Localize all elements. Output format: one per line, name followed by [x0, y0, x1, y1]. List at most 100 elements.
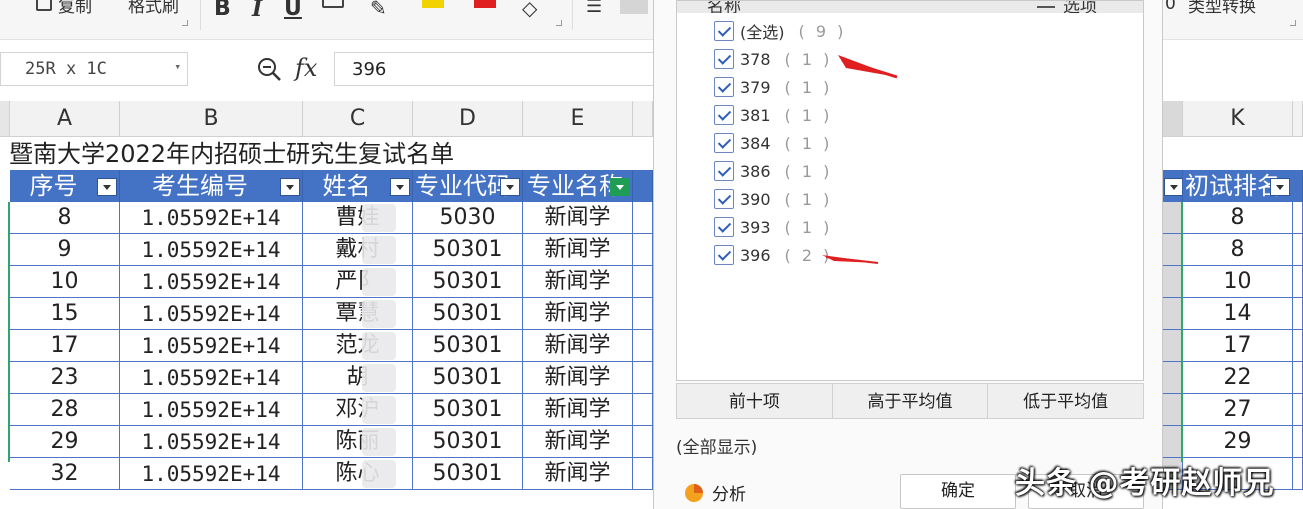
eraser-icon[interactable]: ◇ [522, 0, 537, 20]
header-major-name[interactable]: 专业名称 [523, 170, 633, 202]
checkbox-checked-icon[interactable] [714, 133, 734, 153]
formula-input[interactable]: 396 [334, 52, 664, 86]
options-button[interactable]: 选项 [1063, 1, 1097, 13]
top-ten-button[interactable]: 前十项 [677, 384, 833, 418]
filter-dropdown-icon[interactable] [500, 178, 520, 196]
dialog-launcher-icon[interactable] [182, 20, 188, 26]
checkbox-checked-icon[interactable] [714, 161, 734, 181]
column-header-a[interactable]: A [10, 101, 120, 137]
cell-rank[interactable]: 17 [1183, 330, 1293, 362]
cell-empty[interactable] [1293, 202, 1303, 234]
cell-id[interactable]: 1.05592E+14 [120, 362, 303, 394]
zoom-icon[interactable] [256, 56, 282, 82]
fx-icon[interactable]: fx [295, 54, 317, 82]
cell-id[interactable]: 1.05592E+14 [120, 234, 303, 266]
cell-id[interactable]: 1.05592E+14 [120, 298, 303, 330]
below-average-button[interactable]: 低于平均值 [988, 384, 1143, 418]
cell-name[interactable]: 陈心 [303, 458, 413, 490]
options-icon[interactable] [1037, 1, 1055, 8]
font-color-icon[interactable] [474, 0, 496, 8]
cell-code[interactable]: 50301 [413, 234, 523, 266]
cell-name[interactable]: 严阝 [303, 266, 413, 298]
cell-empty[interactable] [1163, 234, 1183, 266]
pencil-icon[interactable]: ✎ [370, 0, 387, 20]
filter-dropdown-icon[interactable] [97, 178, 117, 196]
sheet-title[interactable]: 暨南大学2022年内招硕士研究生复试名单 [9, 139, 454, 170]
ok-button[interactable]: 确定 [900, 474, 1016, 509]
filter-option[interactable]: 378 ( 1 ) [714, 48, 832, 70]
cell-rank[interactable]: 10 [1183, 266, 1293, 298]
bold-icon[interactable]: B [214, 0, 231, 21]
filter-dropdown-icon[interactable] [1164, 178, 1182, 196]
checkbox-checked-icon[interactable] [714, 49, 734, 69]
cell-id[interactable]: 1.05592E+14 [120, 458, 303, 490]
header-first-rank[interactable]: 初试排名 [1183, 170, 1303, 202]
cell-empty[interactable] [1293, 458, 1303, 490]
align-center-icon[interactable] [620, 0, 648, 14]
cell-id[interactable]: 1.05592E+14 [120, 266, 303, 298]
filter-dropdown-icon[interactable] [1270, 178, 1290, 196]
name-box-dropdown-icon[interactable]: ▾ [174, 60, 181, 73]
cell-empty[interactable] [1163, 298, 1183, 330]
cell-id[interactable]: 1.05592E+14 [120, 394, 303, 426]
checkbox-checked-icon[interactable] [714, 217, 734, 237]
cell-empty[interactable] [633, 266, 653, 298]
cell-rank[interactable]: 8 [1183, 234, 1293, 266]
column-header-c[interactable]: C [303, 101, 413, 137]
cell-code[interactable]: 50301 [413, 426, 523, 458]
cell-seq[interactable]: 15 [10, 298, 120, 330]
cell-major[interactable]: 新闻学 [523, 202, 633, 234]
header-j[interactable] [1163, 170, 1183, 202]
row-header-corner[interactable] [0, 101, 10, 137]
cell-name[interactable]: 曹娃 [303, 202, 413, 234]
cell-seq[interactable]: 23 [10, 362, 120, 394]
filter-option[interactable]: 386 ( 1 ) [714, 160, 832, 182]
cell-name[interactable]: 戴村 [303, 234, 413, 266]
cell-rank[interactable]: 22 [1183, 362, 1293, 394]
column-header-b[interactable]: B [120, 101, 303, 137]
cell-name[interactable]: 陈丽 [303, 426, 413, 458]
cell-empty[interactable] [1293, 298, 1303, 330]
cell-empty[interactable] [633, 202, 653, 234]
cell-id[interactable]: 1.05592E+14 [120, 202, 303, 234]
column-header-d[interactable]: D [413, 101, 523, 137]
cell-empty[interactable] [633, 426, 653, 458]
filter-option[interactable]: 381 ( 1 ) [714, 104, 832, 126]
cell-seq[interactable]: 28 [10, 394, 120, 426]
cell-rank[interactable]: 29 [1183, 426, 1293, 458]
cell-major[interactable]: 新闻学 [523, 362, 633, 394]
cell-seq[interactable]: 10 [10, 266, 120, 298]
checkbox-checked-icon[interactable] [714, 77, 734, 97]
checkbox-checked-icon[interactable] [714, 105, 734, 125]
filter-value-list[interactable]: 名称 选项 (全选)( 9 ) 378( 1 ) 379( 1 ) 381( 1 ) 3… [676, 0, 1144, 381]
fill-color-icon[interactable] [422, 0, 444, 8]
filter-option[interactable]: (全选) ( 9 ) [714, 20, 846, 42]
cell-code[interactable]: 50301 [413, 298, 523, 330]
cell-empty[interactable] [1163, 394, 1183, 426]
header-name[interactable]: 姓名 [303, 170, 413, 202]
cell-seq[interactable]: 8 [10, 202, 120, 234]
cell-empty[interactable] [1293, 266, 1303, 298]
cell-rank[interactable]: 27 [1183, 394, 1293, 426]
cell-rank[interactable]: 14 [1183, 298, 1293, 330]
cell-major[interactable]: 新闻学 [523, 234, 633, 266]
filter-dropdown-icon[interactable] [390, 178, 410, 196]
cell-seq[interactable]: 32 [10, 458, 120, 490]
cell-empty[interactable] [1293, 234, 1303, 266]
column-header-l[interactable] [1293, 101, 1303, 137]
header-seq[interactable]: 序号 [10, 170, 120, 202]
show-all-link[interactable]: (全部显示) [676, 433, 757, 458]
cell-code[interactable]: 50301 [413, 330, 523, 362]
header-major-code[interactable]: 专业代码 [413, 170, 523, 202]
align-left-icon[interactable]: ☰ [586, 0, 602, 17]
type-convert-button[interactable]: 类型转换 [1188, 0, 1256, 17]
column-header-f[interactable] [633, 101, 653, 137]
name-box[interactable]: 25R x 1C ▾ [0, 52, 188, 86]
cell-name[interactable]: 范龙 [303, 330, 413, 362]
cell-code[interactable]: 50301 [413, 266, 523, 298]
cell-empty[interactable] [1163, 202, 1183, 234]
font-dialog-launcher-icon[interactable] [556, 20, 562, 26]
cell-id[interactable]: 1.05592E+14 [120, 330, 303, 362]
cell-empty[interactable] [633, 330, 653, 362]
filter-option[interactable]: 396 ( 2 ) [714, 244, 832, 266]
